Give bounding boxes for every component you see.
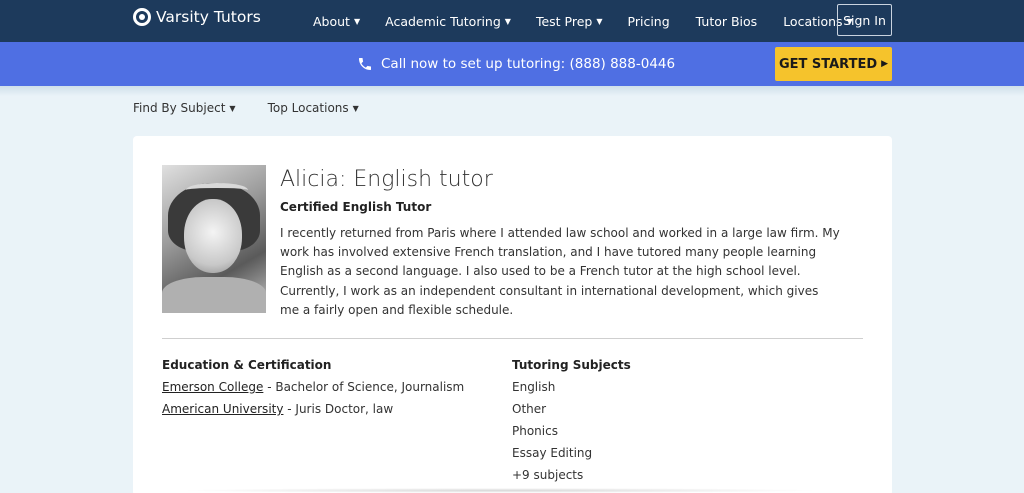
- subjects-list: English Other Phonics Essay Editing +9 s…: [512, 380, 592, 490]
- nav-item-test-prep[interactable]: Test Prep ▼: [536, 14, 603, 29]
- caret-down-icon: ▼: [352, 103, 359, 113]
- tutor-profile-card: Alicia: English tutor Certified English …: [133, 136, 892, 493]
- top-locations-dropdown[interactable]: Top Locations ▼: [268, 101, 359, 115]
- nav-item-pricing[interactable]: Pricing: [628, 14, 670, 29]
- subjects-heading: Tutoring Subjects: [512, 358, 631, 372]
- tutor-subtitle: Certified English Tutor: [280, 200, 432, 214]
- nav-item-about[interactable]: About ▼: [313, 14, 360, 29]
- education-heading: Education & Certification: [162, 358, 332, 372]
- phone-icon: [359, 58, 371, 70]
- tutor-photo: [162, 165, 266, 313]
- education-list: Emerson College - Bachelor of Science, J…: [162, 380, 464, 424]
- logo-text: Varsity Tutors: [156, 8, 261, 26]
- top-navigation: Varsity Tutors About ▼ Academic Tutoring ▼…: [0, 0, 1024, 42]
- logo-icon: [133, 8, 151, 26]
- sub-navigation: Find By Subject ▼ Top Locations ▼: [133, 101, 359, 115]
- logo[interactable]: Varsity Tutors: [133, 8, 261, 26]
- call-text: Call now to set up tutoring: (888) 888-0…: [381, 56, 676, 72]
- header-shadow: [0, 86, 1024, 96]
- caret-down-icon: ▼: [229, 103, 236, 113]
- divider: [162, 338, 863, 339]
- education-entry: Emerson College - Bachelor of Science, J…: [162, 380, 465, 394]
- get-started-button[interactable]: GET STARTED ▶: [775, 47, 892, 81]
- sign-in-button[interactable]: Sign In: [837, 4, 892, 36]
- caret-down-icon: ▼: [596, 16, 603, 26]
- school-link[interactable]: Emerson College: [162, 380, 263, 394]
- subject-item[interactable]: Essay Editing: [512, 446, 592, 468]
- nav-item-tutor-bios[interactable]: Tutor Bios: [696, 14, 758, 29]
- subject-item[interactable]: Phonics: [512, 424, 592, 446]
- card-shadow: [180, 488, 820, 493]
- more-subjects-link[interactable]: +9 subjects: [512, 468, 592, 490]
- nav-menu: About ▼ Academic Tutoring ▼ Test Prep ▼ Pri…: [313, 0, 853, 42]
- tutor-name: Alicia: English tutor: [280, 167, 493, 192]
- education-entry: American University - Juris Doctor, law: [162, 402, 394, 416]
- tutor-bio: I recently returned from Paris where I a…: [280, 226, 840, 317]
- find-by-subject-dropdown[interactable]: Find By Subject ▼: [133, 101, 236, 115]
- caret-right-icon: ▶: [881, 59, 889, 69]
- subject-item[interactable]: English: [512, 380, 592, 402]
- subject-item[interactable]: Other: [512, 402, 592, 424]
- caret-down-icon: ▼: [504, 16, 511, 26]
- call-to-action[interactable]: Call now to set up tutoring: (888) 888-0…: [357, 42, 675, 86]
- school-link[interactable]: American University: [162, 402, 283, 416]
- caret-down-icon: ▼: [353, 16, 361, 26]
- nav-item-academic-tutoring[interactable]: Academic Tutoring ▼: [385, 14, 511, 29]
